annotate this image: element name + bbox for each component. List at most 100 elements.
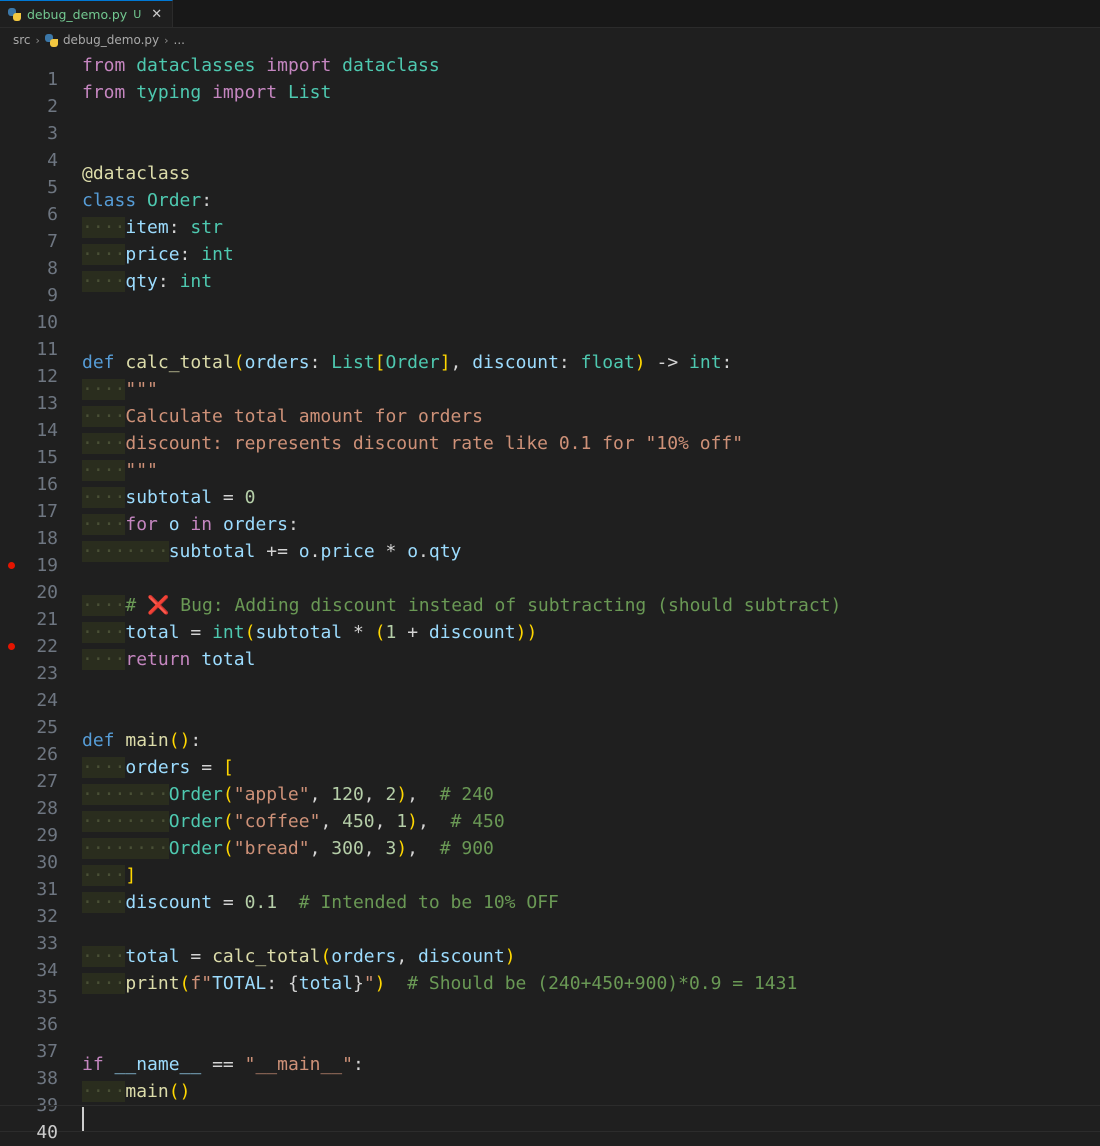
- code-line[interactable]: 15 ···· discount: represents discount rate…: [0, 430, 1100, 468]
- code-line[interactable]: 11: [0, 322, 1100, 360]
- code-line[interactable]: 8 ···· price: int: [0, 241, 1100, 279]
- tab-filename: debug_demo.py: [27, 6, 128, 22]
- indent-guide: ········: [82, 811, 169, 832]
- indent-guide: ····: [82, 271, 126, 292]
- breadcrumb-folder[interactable]: src: [13, 33, 31, 47]
- line-content: [64, 295, 82, 322]
- code-line[interactable]: 39 ···· main(): [0, 1078, 1100, 1116]
- code-line[interactable]: 31 ····]: [0, 862, 1100, 900]
- code-line[interactable]: 5 @dataclass: [0, 160, 1100, 198]
- line-content: [64, 106, 82, 133]
- line-content: ···· total = calc_total(orders, discount): [64, 943, 516, 970]
- line-content: ···· discount = 0.1 # Intended to be 10% …: [64, 889, 559, 916]
- code-line[interactable]: 6 class Order:: [0, 187, 1100, 225]
- line-text: Order("bread", 300, 3), # 900: [168, 838, 494, 859]
- line-content: if __name__ == "__main__":: [64, 1051, 364, 1078]
- code-line[interactable]: 3: [0, 106, 1100, 144]
- line-content: ···· subtotal = 0: [64, 484, 255, 511]
- code-line[interactable]: 19 ········ subtotal += o.price * o.qty: [0, 538, 1100, 576]
- indent-guide: ····: [82, 757, 126, 778]
- indent-guide: ····: [82, 946, 126, 967]
- code-line[interactable]: 36: [0, 997, 1100, 1035]
- line-text: """: [125, 460, 158, 481]
- code-line[interactable]: 18 ···· for o in orders:: [0, 511, 1100, 549]
- code-line[interactable]: 2 from typing import List: [0, 79, 1100, 117]
- indent-guide: ········: [82, 838, 169, 859]
- breadcrumb-file[interactable]: debug_demo.py: [63, 33, 159, 47]
- code-line[interactable]: 12 def calc_total(orders: List[Order], di…: [0, 349, 1100, 387]
- code-line[interactable]: 1 from dataclasses import dataclass: [0, 52, 1100, 90]
- line-content: ···· total = int(subtotal * (1 + discount…: [64, 619, 537, 646]
- code-line[interactable]: 16 ···· """: [0, 457, 1100, 495]
- python-file-icon: [8, 7, 21, 21]
- code-line[interactable]: 33: [0, 916, 1100, 954]
- tab-close-icon[interactable]: ✕: [151, 7, 162, 22]
- code-line[interactable]: 10: [0, 295, 1100, 333]
- code-line[interactable]: 26 def main():: [0, 727, 1100, 765]
- code-line[interactable]: 40: [0, 1105, 1100, 1143]
- line-text: from typing import List: [82, 82, 332, 103]
- indent-guide: ····: [82, 217, 126, 238]
- code-line[interactable]: 20: [0, 565, 1100, 603]
- tab-debug-demo[interactable]: debug_demo.py U ✕: [0, 0, 174, 27]
- code-line[interactable]: 28 ········ Order("apple", 120, 2), # 240: [0, 781, 1100, 819]
- editor-tab-bar: debug_demo.py U ✕: [0, 0, 1100, 28]
- code-line[interactable]: 25: [0, 700, 1100, 738]
- line-content: ···· # ❌ Bug: Adding discount instead of …: [64, 592, 841, 619]
- code-line[interactable]: 22 ···· total = int(subtotal * (1 + discou…: [0, 619, 1100, 657]
- line-content: ···· """: [64, 376, 158, 403]
- python-file-icon: [44, 33, 58, 47]
- line-number: 40: [36, 1121, 58, 1143]
- line-text: orders = [: [125, 757, 234, 778]
- line-text: print(f"TOTAL: {total}") # Should be (24…: [125, 973, 798, 994]
- indent-guide: ····: [82, 379, 126, 400]
- breadcrumb-more[interactable]: ...: [174, 33, 185, 47]
- line-content: ········ Order("apple", 120, 2), # 240: [64, 781, 494, 808]
- code-line[interactable]: 13 ···· """: [0, 376, 1100, 414]
- indent-guide: ····: [82, 514, 126, 535]
- line-text: ]: [125, 865, 137, 886]
- line-text: # ❌ Bug: Adding discount instead of subt…: [125, 595, 842, 616]
- indent-guide: ········: [82, 541, 169, 562]
- line-content: ········ Order("coffee", 450, 1), # 450: [64, 808, 505, 835]
- code-line[interactable]: 27 ···· orders = [: [0, 754, 1100, 792]
- code-line[interactable]: 32 ···· discount = 0.1 # Intended to be 10…: [0, 889, 1100, 927]
- line-content: ········ subtotal += o.price * o.qty: [64, 538, 461, 565]
- line-text: for o in orders:: [125, 514, 299, 535]
- indent-guide: ····: [82, 460, 126, 481]
- line-content: @dataclass: [64, 160, 190, 187]
- line-text: def main():: [82, 730, 202, 751]
- line-content: def calc_total(orders: List[Order], disc…: [64, 349, 732, 376]
- code-line[interactable]: 37: [0, 1024, 1100, 1062]
- code-line[interactable]: 30 ········ Order("bread", 300, 3), # 900: [0, 835, 1100, 873]
- code-line[interactable]: 24: [0, 673, 1100, 711]
- code-line[interactable]: 7 ···· item: str: [0, 214, 1100, 252]
- code-line[interactable]: 14 ···· Calculate total amount for orders: [0, 403, 1100, 441]
- code-line[interactable]: 17 ···· subtotal = 0: [0, 484, 1100, 522]
- code-line[interactable]: 29 ········ Order("coffee", 450, 1), # 450: [0, 808, 1100, 846]
- line-content: ····]: [64, 862, 136, 889]
- line-content: from dataclasses import dataclass: [64, 52, 440, 79]
- indent-guide: ····: [82, 649, 126, 670]
- line-text: qty: int: [125, 271, 213, 292]
- code-line[interactable]: 23 ···· return total: [0, 646, 1100, 684]
- text-cursor: [82, 1106, 84, 1131]
- code-editor[interactable]: 1 from dataclasses import dataclass 2 from …: [0, 52, 1100, 1143]
- tab-untracked-badge: U: [133, 7, 142, 21]
- code-line[interactable]: 38 if __name__ == "__main__":: [0, 1051, 1100, 1089]
- line-text: subtotal = 0: [125, 487, 256, 508]
- line-content: ···· price: int: [64, 241, 234, 268]
- code-line[interactable]: 34 ···· total = calc_total(orders, discoun…: [0, 943, 1100, 981]
- code-line[interactable]: 4: [0, 133, 1100, 171]
- code-line[interactable]: 21 ···· # ❌ Bug: Adding discount instead o…: [0, 592, 1100, 630]
- line-content: [64, 997, 82, 1024]
- breadcrumb: src › debug_demo.py › ...: [0, 28, 1100, 52]
- line-content: [64, 322, 82, 349]
- indent-guide: ····: [82, 865, 126, 886]
- code-line[interactable]: 9 ···· qty: int: [0, 268, 1100, 306]
- line-content: [64, 916, 82, 943]
- line-content: class Order:: [64, 187, 212, 214]
- code-line[interactable]: 35 ···· print(f"TOTAL: {total}") # Should …: [0, 970, 1100, 1008]
- chevron-right-icon: ›: [35, 33, 40, 47]
- line-text: total = calc_total(orders, discount): [125, 946, 516, 967]
